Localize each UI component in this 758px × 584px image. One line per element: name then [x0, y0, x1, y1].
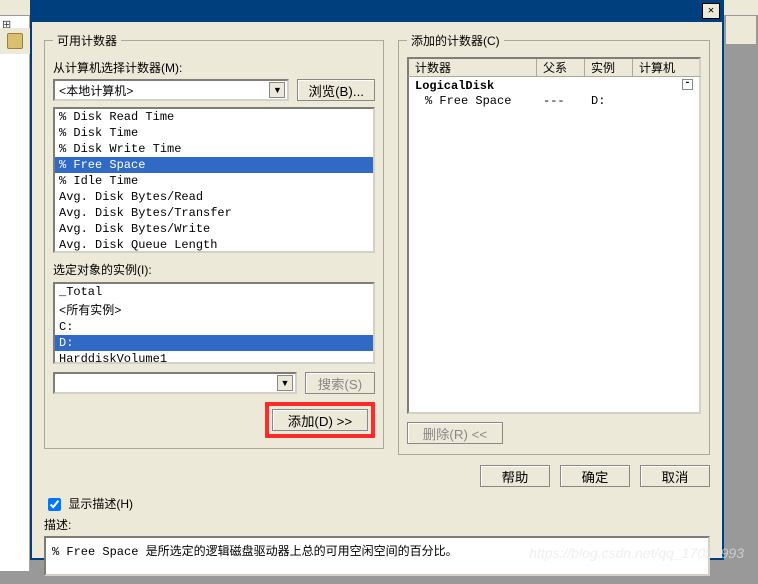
add-button-highlight: 添加(D) >>: [265, 402, 375, 438]
added-root-label: LogicalDisk: [415, 79, 494, 93]
background-toolbar-right: [726, 16, 756, 44]
counter-item[interactable]: % Disk Time: [55, 125, 373, 141]
instances-listbox[interactable]: _Total<所有实例>C:D:HarddiskVolume1: [53, 282, 375, 364]
added-tree[interactable]: LogicalDisk - % Free Space --- D:: [407, 77, 701, 414]
description-label: 描述:: [44, 516, 710, 533]
counter-item[interactable]: Avg. Disk Bytes/Read: [55, 189, 373, 205]
background-toolbar-left: [0, 28, 30, 54]
description-box: % Free Space 是所选定的逻辑磁盘驱动器上总的可用空闲空间的百分比。: [44, 536, 710, 576]
instance-item[interactable]: _Total: [55, 284, 373, 300]
added-counters-legend: 添加的计数器(C): [407, 32, 504, 49]
titlebar: ×: [32, 0, 722, 22]
description-text: % Free Space 是所选定的逻辑磁盘驱动器上总的可用空闲空间的百分比。: [52, 545, 458, 559]
counter-item[interactable]: % Disk Read Time: [55, 109, 373, 125]
added-child-row[interactable]: % Free Space --- D:: [409, 93, 699, 109]
added-child-comp: [633, 93, 699, 109]
counter-item[interactable]: Avg. Disk Bytes/Transfer: [55, 205, 373, 221]
counter-item[interactable]: Avg. Disk Bytes/Write: [55, 221, 373, 237]
add-counters-dialog: × 可用计数器 从计算机选择计数器(M): <本地计算机> ▼ 浏览(B)...…: [30, 0, 724, 560]
ok-button[interactable]: 确定: [560, 465, 630, 487]
chevron-down-icon: ▼: [269, 82, 285, 98]
counter-item[interactable]: % Idle Time: [55, 173, 373, 189]
counter-item[interactable]: % Free Space: [55, 157, 373, 173]
instances-label: 选定对象的实例(I):: [53, 261, 375, 278]
minus-icon[interactable]: -: [682, 79, 693, 90]
background-left-panel: ⊞性能: [0, 16, 30, 571]
available-counters-group: 可用计数器 从计算机选择计数器(M): <本地计算机> ▼ 浏览(B)... %…: [44, 32, 384, 449]
counters-listbox[interactable]: % Disk Read Time% Disk Time% Disk Write …: [53, 107, 375, 253]
added-child-counter: % Free Space: [409, 93, 537, 109]
show-description-label: 显示描述(H): [68, 497, 133, 511]
counter-item[interactable]: Avg. Disk Queue Length: [55, 237, 373, 253]
th-inst[interactable]: 实例: [585, 59, 633, 76]
search-button: 搜索(S): [305, 372, 375, 394]
browse-button[interactable]: 浏览(B)...: [297, 79, 375, 101]
computer-combobox[interactable]: <本地计算机> ▼: [53, 79, 289, 101]
added-child-parent: ---: [537, 93, 585, 109]
show-description-checkbox[interactable]: 显示描述(H): [44, 497, 133, 511]
add-button[interactable]: 添加(D) >>: [272, 409, 368, 431]
remove-button: 删除(R) <<: [407, 422, 503, 444]
help-button[interactable]: 帮助: [480, 465, 550, 487]
th-comp[interactable]: 计算机: [633, 59, 699, 76]
th-parent[interactable]: 父系: [537, 59, 585, 76]
select-computer-label: 从计算机选择计数器(M):: [53, 59, 375, 76]
added-counters-group: 添加的计数器(C) 计数器 父系 实例 计算机 LogicalDisk -: [398, 32, 710, 455]
counter-item[interactable]: % Disk Write Time: [55, 141, 373, 157]
instance-item[interactable]: C:: [55, 319, 373, 335]
instance-item[interactable]: D:: [55, 335, 373, 351]
computer-combobox-value: <本地计算机>: [59, 82, 133, 99]
close-button[interactable]: ×: [702, 3, 720, 19]
added-root-node[interactable]: LogicalDisk -: [409, 79, 699, 93]
instance-item[interactable]: HarddiskVolume1: [55, 351, 373, 364]
th-counter[interactable]: 计数器: [409, 59, 537, 76]
cancel-button[interactable]: 取消: [640, 465, 710, 487]
available-counters-legend: 可用计数器: [53, 32, 121, 49]
bg-toolbar-icon: [7, 33, 23, 49]
instance-item[interactable]: <所有实例>: [55, 300, 373, 319]
chevron-down-icon: ▼: [277, 375, 293, 391]
added-child-inst: D:: [585, 93, 633, 109]
added-tree-header: 计数器 父系 实例 计算机: [407, 57, 701, 77]
search-input[interactable]: ▼: [53, 372, 297, 394]
